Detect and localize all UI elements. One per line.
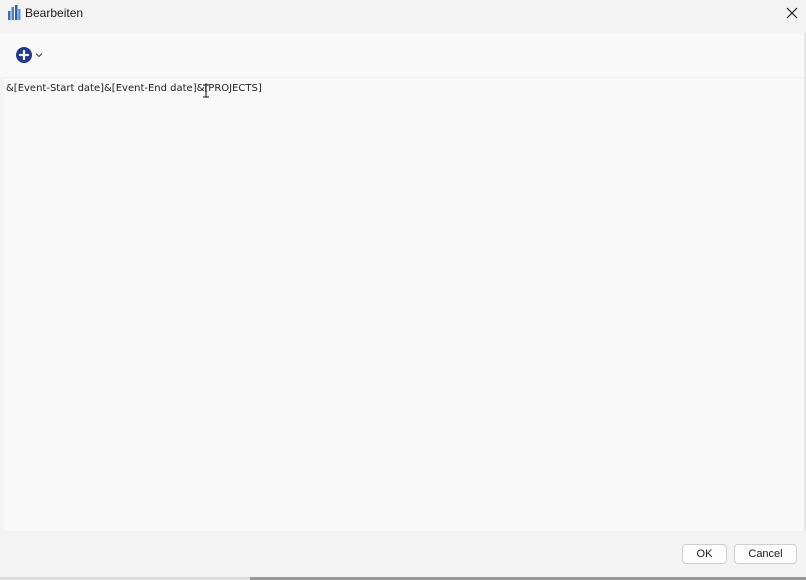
dialog-footer: OK Cancel bbox=[0, 531, 806, 578]
editor-content: &[Event-Start date]&[Event-End date]&[PR… bbox=[6, 83, 262, 94]
title-bar: Bearbeiten bbox=[0, 0, 806, 28]
chevron-down-icon bbox=[35, 53, 43, 58]
insert-field-button[interactable] bbox=[12, 42, 52, 68]
ok-button[interactable]: OK bbox=[682, 544, 727, 564]
plus-circle-icon bbox=[16, 47, 32, 63]
cancel-button[interactable]: Cancel bbox=[734, 544, 797, 564]
text-cursor-icon bbox=[203, 84, 209, 98]
close-icon bbox=[786, 7, 798, 19]
window-title: Bearbeiten bbox=[25, 6, 84, 20]
formula-editor[interactable]: &[Event-Start date]&[Event-End date]&[PR… bbox=[4, 77, 804, 531]
app-icon bbox=[8, 5, 21, 20]
close-button[interactable] bbox=[778, 0, 806, 26]
toolbar bbox=[0, 33, 804, 77]
edit-dialog: Bearbeiten &[Event-Start date]&[Event-En… bbox=[0, 0, 806, 578]
